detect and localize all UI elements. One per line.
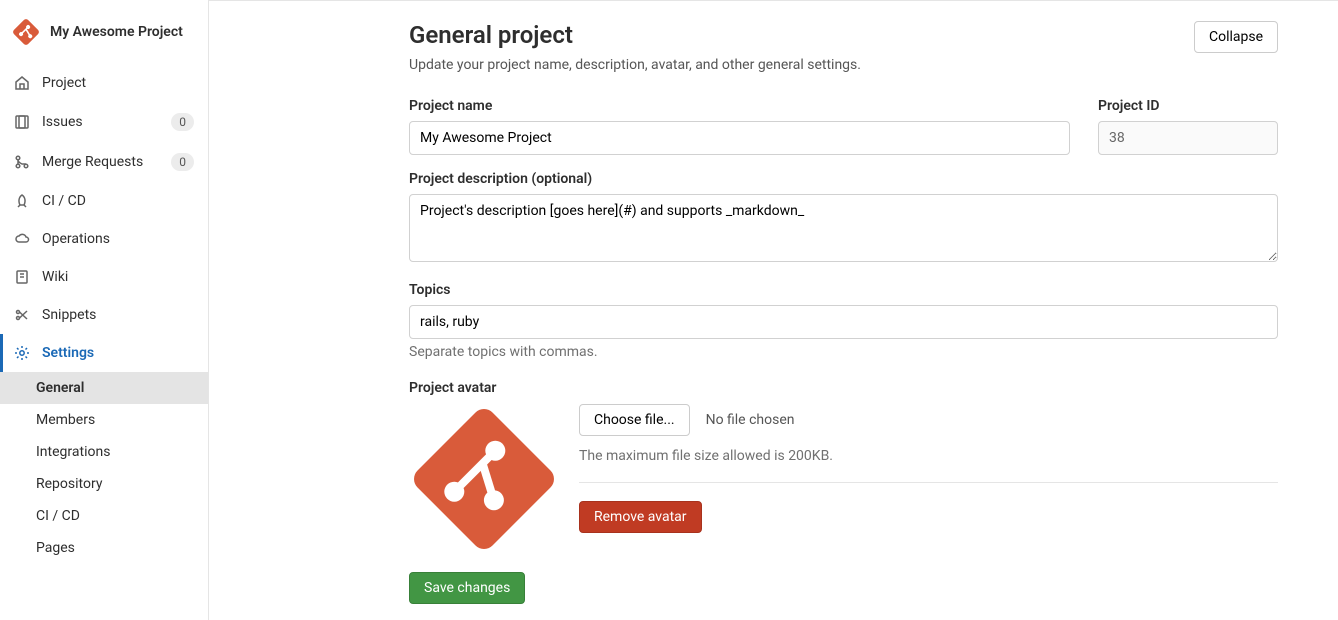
subnav-members[interactable]: Members [0,404,208,436]
scissors-icon [14,307,30,323]
page-subtitle: Update your project name, description, a… [409,57,861,73]
project-name-input[interactable] [409,121,1070,155]
nav-label: Issues [42,114,159,130]
merge-count-badge: 0 [171,153,194,171]
divider [579,482,1278,483]
nav-label: Project [42,75,194,91]
rocket-icon [14,193,30,209]
nav-label: Merge Requests [42,154,159,170]
sidebar-item-issues[interactable]: Issues 0 [0,102,208,142]
subnav-ci-cd[interactable]: CI / CD [0,500,208,532]
subnav-integrations[interactable]: Integrations [0,436,208,468]
cloud-icon [14,231,30,247]
sidebar-item-wiki[interactable]: Wiki [0,258,208,296]
project-title: My Awesome Project [50,24,183,40]
remove-avatar-button[interactable]: Remove avatar [579,501,702,533]
sidebar-header: My Awesome Project [0,0,208,64]
main-content: General project Update your project name… [209,0,1338,620]
project-name-label: Project name [409,98,1070,114]
section-header: General project Update your project name… [409,21,1278,73]
nav-label: Settings [42,345,194,361]
topics-input[interactable] [409,305,1278,339]
collapse-button[interactable]: Collapse [1194,21,1278,53]
issue-icon [14,114,30,130]
max-size-hint: The maximum file size allowed is 200KB. [579,448,1278,464]
topics-hint: Separate topics with commas. [409,344,1278,360]
project-id-input [1098,121,1278,155]
sidebar-item-settings[interactable]: Settings [0,334,208,372]
settings-subnav: General Members Integrations Repository … [0,372,208,564]
issues-count-badge: 0 [171,113,194,131]
subnav-repository[interactable]: Repository [0,468,208,500]
nav-label: Wiki [42,269,194,285]
home-icon [14,75,30,91]
nav-label: CI / CD [42,193,194,209]
gear-icon [14,345,30,361]
sidebar-item-ci-cd[interactable]: CI / CD [0,182,208,220]
file-status-text: No file chosen [706,412,795,428]
subnav-pages[interactable]: Pages [0,532,208,564]
book-icon [14,269,30,285]
avatar-preview [409,404,559,554]
subnav-general[interactable]: General [0,372,208,404]
merge-icon [14,154,30,170]
avatar-label: Project avatar [409,380,1278,396]
page-title: General project [409,21,861,49]
topics-label: Topics [409,282,1278,298]
project-id-label: Project ID [1098,98,1278,114]
sidebar-nav: Project Issues 0 Merge Requests 0 CI / C… [0,64,208,620]
sidebar: My Awesome Project Project Issues 0 Merg… [0,0,209,620]
sidebar-item-project[interactable]: Project [0,64,208,102]
save-button[interactable]: Save changes [409,572,525,604]
sidebar-item-snippets[interactable]: Snippets [0,296,208,334]
description-label: Project description (optional) [409,171,1278,187]
sidebar-item-merge-requests[interactable]: Merge Requests 0 [0,142,208,182]
sidebar-item-operations[interactable]: Operations [0,220,208,258]
choose-file-button[interactable]: Choose file... [579,404,690,436]
description-textarea[interactable] [409,194,1278,262]
nav-label: Snippets [42,307,194,323]
nav-label: Operations [42,231,194,247]
project-logo-icon [12,18,40,46]
